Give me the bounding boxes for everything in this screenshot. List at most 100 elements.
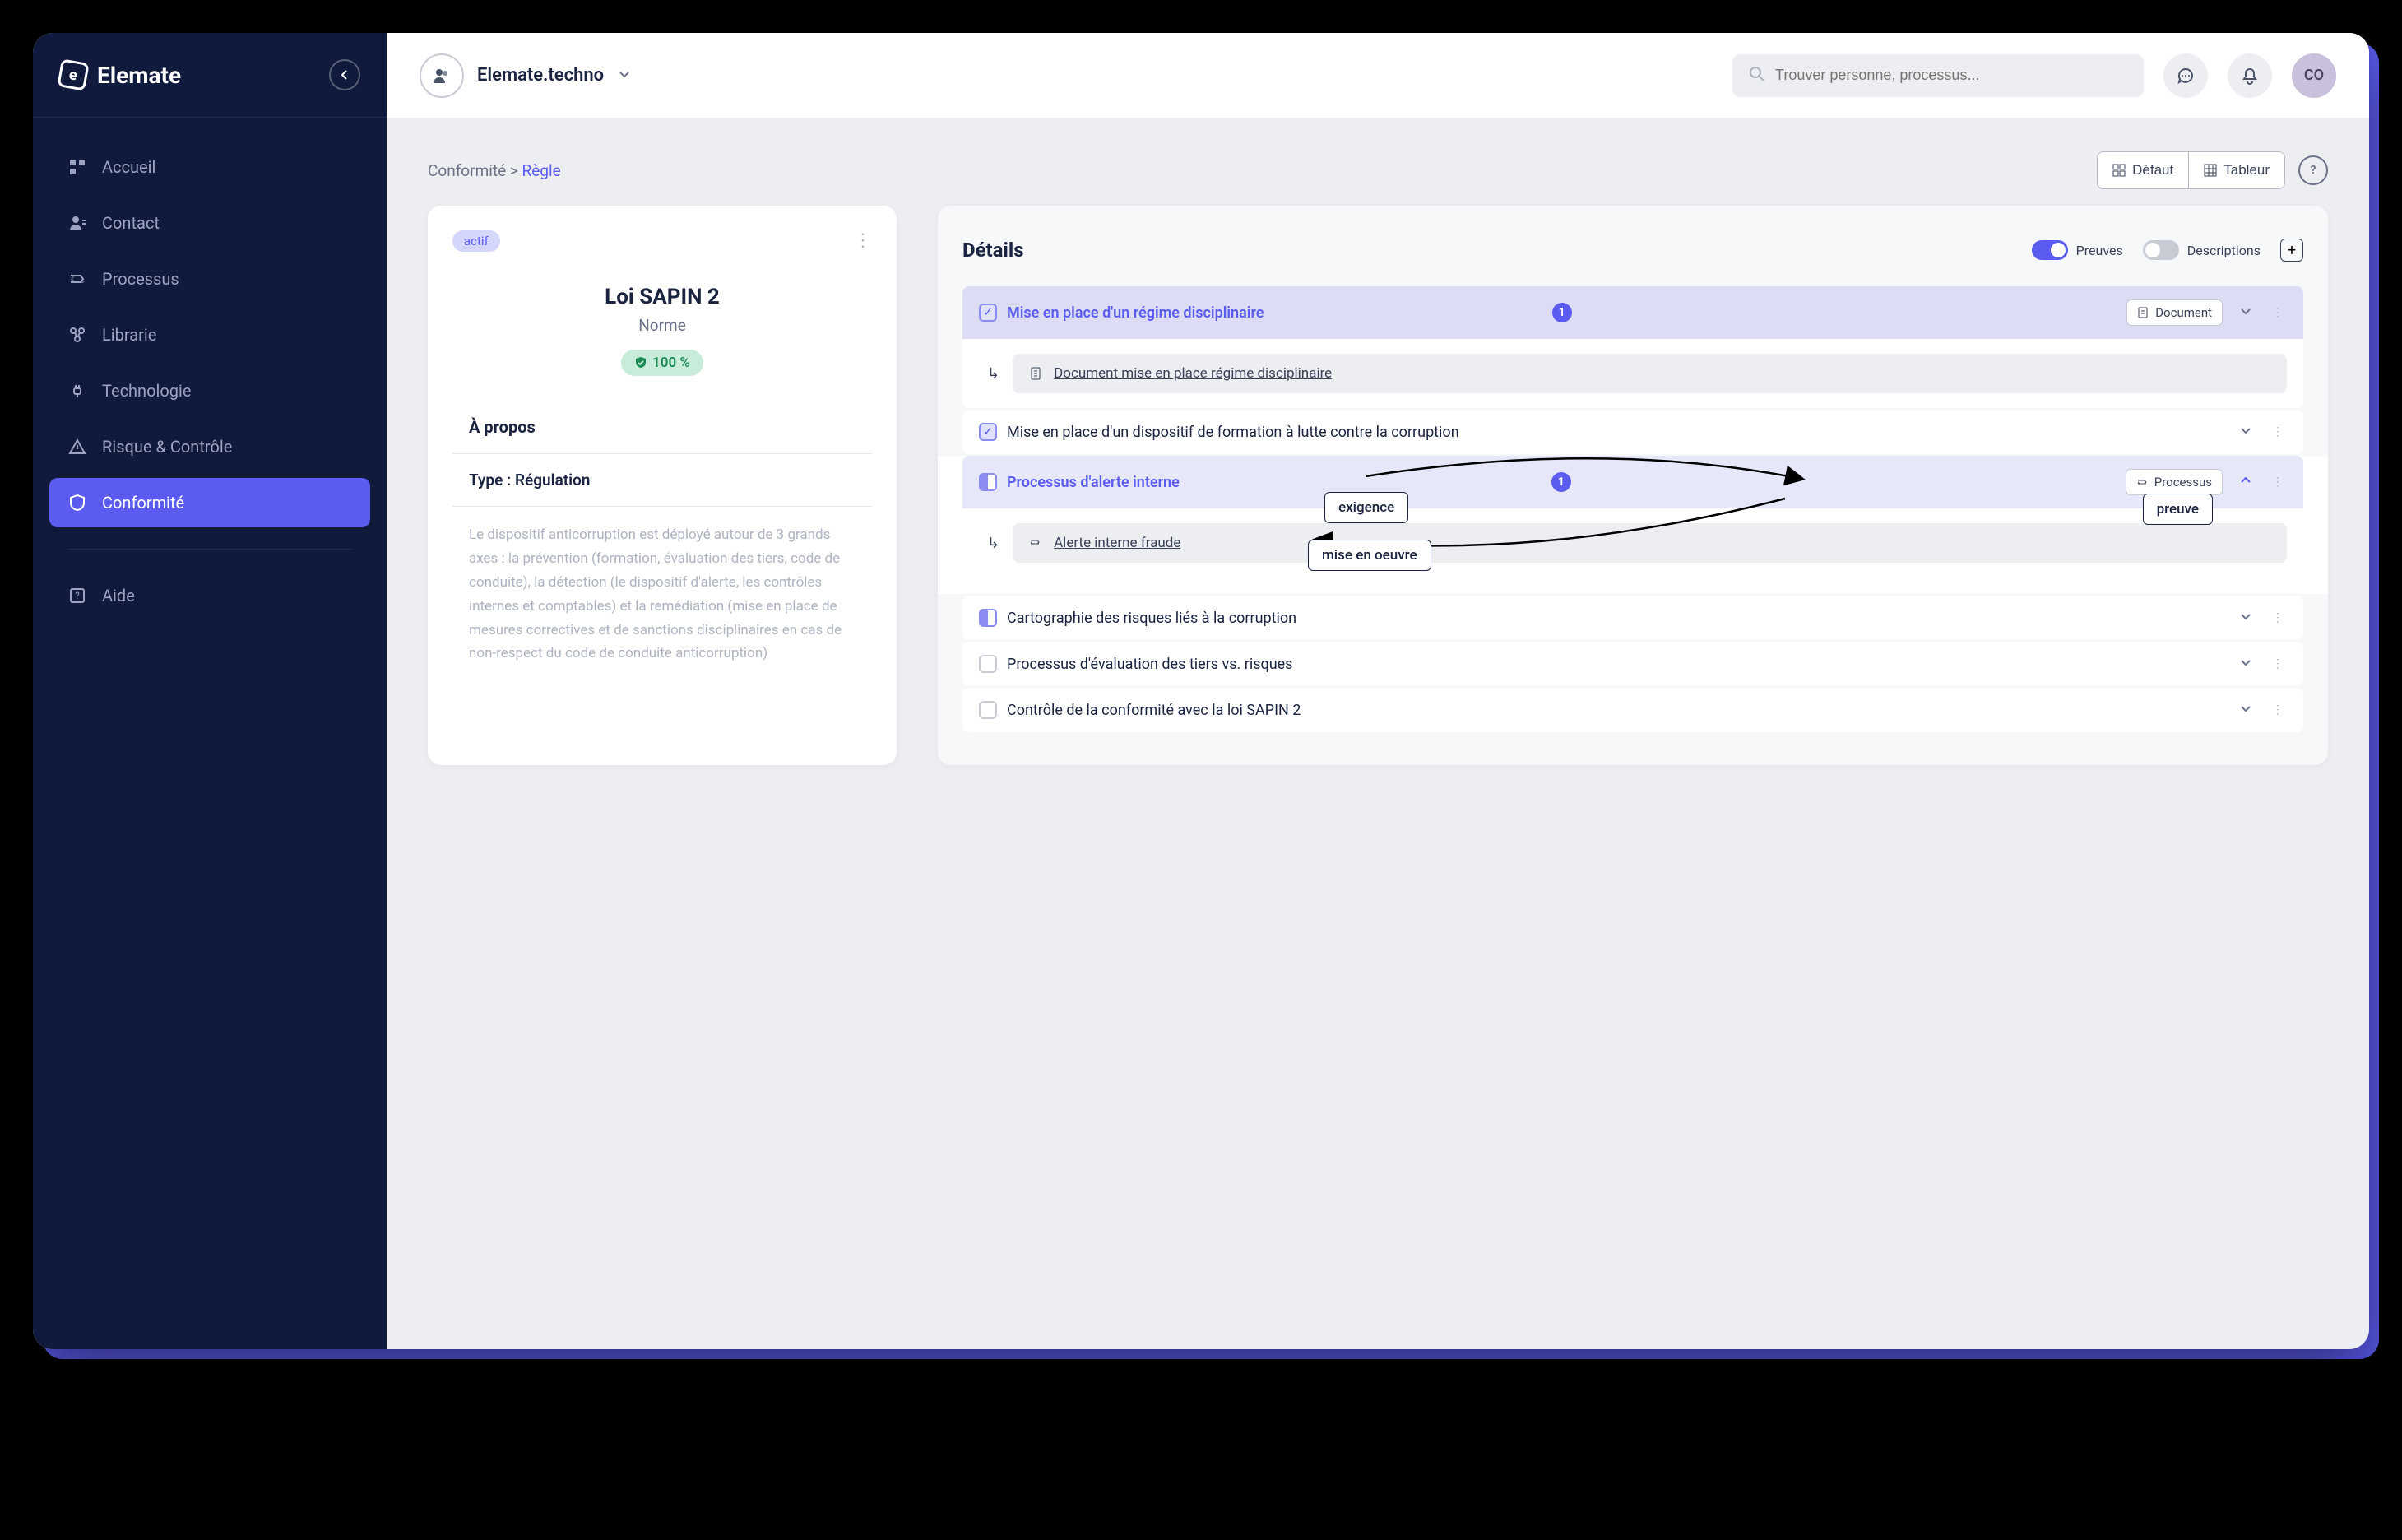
toggle-preuves[interactable]: Preuves: [2032, 240, 2123, 260]
breadcrumb: Conformité > Règle: [428, 161, 561, 180]
view-table-button[interactable]: Tableur: [2188, 152, 2284, 188]
requirements-list: ✓ Mise en place d'un régime disciplinair…: [962, 286, 2303, 732]
nav-aide[interactable]: ? Aide: [49, 571, 370, 620]
shield-icon: [67, 493, 87, 513]
nav: Accueil Contact Processus Librarie Techn…: [33, 118, 387, 645]
rule-title: Loi SAPIN 2: [452, 285, 872, 309]
nav-librarie[interactable]: Librarie: [49, 310, 370, 359]
table-icon: [2204, 164, 2217, 177]
checkbox-checked-icon[interactable]: ✓: [979, 304, 997, 322]
details-header: Détails Preuves Descriptions +: [962, 239, 2303, 262]
more-icon[interactable]: ⋮: [2269, 703, 2287, 717]
checkbox-partial-icon[interactable]: [979, 609, 997, 627]
toggle-descriptions[interactable]: Descriptions: [2143, 240, 2261, 260]
more-icon[interactable]: ⋮: [2269, 611, 2287, 624]
more-icon[interactable]: ⋮: [2269, 306, 2287, 319]
subitem-arrow-icon: ↳: [987, 365, 999, 383]
requirement-header[interactable]: Processus d'alerte interne 1 Processus ⋮: [962, 456, 2303, 508]
nav-label: Conformité: [102, 493, 184, 513]
requirement-header[interactable]: Contrôle de la conformité avec la loi SA…: [962, 688, 2303, 732]
org-selector[interactable]: Elemate.techno: [420, 53, 632, 98]
annotation-preuve: preuve: [2143, 494, 2213, 525]
tag-processus[interactable]: Processus: [2126, 469, 2223, 495]
requirement-title: Cartographie des risques liés à la corru…: [1007, 610, 1610, 627]
evidence-item[interactable]: Document mise en place régime disciplina…: [1013, 354, 2287, 393]
chevron-down-icon[interactable]: [2233, 610, 2259, 626]
chat-icon: [2177, 67, 2195, 85]
content: Conformité > Règle Défaut Tableur: [387, 118, 2369, 1349]
chevron-down-icon[interactable]: [2233, 424, 2259, 440]
chat-button[interactable]: [2163, 53, 2208, 98]
library-icon: [67, 325, 87, 345]
document-icon: [2137, 307, 2149, 318]
topbar: Elemate.techno CO: [387, 33, 2369, 118]
checkbox-checked-icon[interactable]: ✓: [979, 423, 997, 441]
notifications-button[interactable]: [2228, 53, 2272, 98]
requirement-title: Processus d'alerte interne: [1007, 474, 1542, 491]
nav-label: Contact: [102, 213, 160, 233]
document-icon: [1029, 367, 1042, 380]
toggle-switch[interactable]: [2032, 240, 2068, 260]
nav-conformite[interactable]: Conformité: [49, 478, 370, 527]
search-icon: [1749, 66, 1765, 86]
main: Elemate.techno CO Conformité >: [387, 33, 2369, 1349]
chevron-down-icon[interactable]: [2233, 656, 2259, 672]
logo: e Elemate: [59, 61, 181, 89]
chevron-down-icon[interactable]: [2233, 304, 2259, 321]
search-input[interactable]: [1775, 67, 2127, 84]
sidebar: e Elemate Accueil Contact Processus: [33, 33, 387, 1349]
nav-technologie[interactable]: Technologie: [49, 366, 370, 415]
checkbox-empty-icon[interactable]: [979, 655, 997, 673]
progress-badge: 100 %: [621, 350, 703, 376]
view-controls: Défaut Tableur ?: [2097, 151, 2328, 189]
logo-icon: e: [57, 58, 89, 90]
requirement-item: Processus d'évaluation des tiers vs. ris…: [962, 642, 2303, 686]
requirement-header[interactable]: ✓ Mise en place d'un dispositif de forma…: [962, 410, 2303, 454]
requirement-title: Processus d'évaluation des tiers vs. ris…: [1007, 656, 1610, 673]
view-default-button[interactable]: Défaut: [2098, 152, 2188, 188]
nav-accueil[interactable]: Accueil: [49, 142, 370, 192]
org-avatar-icon: [420, 53, 464, 98]
nav-risque[interactable]: Risque & Contrôle: [49, 422, 370, 471]
requirement-header[interactable]: ✓ Mise en place d'un régime disciplinair…: [962, 286, 2303, 339]
more-icon[interactable]: ⋮: [2269, 475, 2287, 489]
breadcrumb-current: Règle: [522, 161, 561, 180]
requirement-header[interactable]: Cartographie des risques liés à la corru…: [962, 596, 2303, 640]
org-name: Elemate.techno: [477, 65, 604, 86]
more-icon[interactable]: ⋮: [2269, 425, 2287, 438]
add-button[interactable]: +: [2280, 239, 2303, 262]
highlighted-block: Processus d'alerte interne 1 Processus ⋮: [938, 456, 2328, 594]
user-avatar[interactable]: CO: [2292, 53, 2336, 98]
nav-label: Processus: [102, 269, 179, 289]
warning-icon: [67, 437, 87, 457]
tag-document[interactable]: Document: [2126, 299, 2223, 326]
nav-processus[interactable]: Processus: [49, 254, 370, 304]
search-box[interactable]: [1732, 54, 2144, 97]
rule-description: Le dispositif anticorruption est déployé…: [452, 523, 872, 666]
nav-label: Aide: [102, 586, 135, 605]
details-title: Détails: [962, 239, 1024, 262]
bell-icon: [2241, 67, 2259, 85]
about-label: À propos: [452, 417, 872, 437]
chevron-up-icon[interactable]: [2233, 474, 2259, 490]
checkbox-empty-icon[interactable]: [979, 701, 997, 719]
evidence-item[interactable]: Alerte interne fraude: [1013, 523, 2287, 563]
requirement-header[interactable]: Processus d'évaluation des tiers vs. ris…: [962, 642, 2303, 686]
collapse-sidebar-button[interactable]: [329, 59, 360, 90]
checkbox-partial-icon[interactable]: [979, 473, 997, 491]
shield-check-icon: [634, 356, 647, 369]
breadcrumb-root[interactable]: Conformité: [428, 161, 506, 180]
annotation-mise-en-oeuvre: mise en oeuvre: [1308, 540, 1431, 571]
nav-contact[interactable]: Contact: [49, 198, 370, 248]
more-icon[interactable]: ⋮: [2269, 657, 2287, 670]
requirement-item: ✓ Mise en place d'un régime disciplinair…: [962, 286, 2303, 408]
process-icon: [67, 269, 87, 289]
details-panel: Détails Preuves Descriptions +: [938, 206, 2328, 765]
dashboard-icon: [67, 157, 87, 177]
evidence-title: Document mise en place régime disciplina…: [1054, 365, 1332, 382]
more-button[interactable]: ⋮: [854, 230, 872, 251]
chevron-down-icon[interactable]: [2233, 702, 2259, 718]
person-icon: [67, 213, 87, 233]
toggle-switch[interactable]: [2143, 240, 2179, 260]
help-button[interactable]: ?: [2298, 155, 2328, 185]
